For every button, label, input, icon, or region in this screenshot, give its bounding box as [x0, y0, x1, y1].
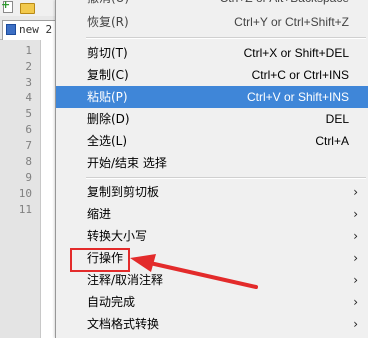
submenu-arrow-icon: ›	[353, 185, 358, 199]
submenu-arrow-icon: ›	[353, 229, 358, 243]
submenu-arrow-icon: ›	[353, 207, 358, 221]
annotation-highlight-box	[70, 248, 130, 272]
line-number: 1	[25, 44, 32, 57]
line-number: 9	[25, 171, 32, 184]
menu-item-eol-conversion[interactable]: 文档格式转换 ›	[56, 313, 368, 335]
submenu-arrow-icon: ›	[353, 295, 358, 309]
line-number: 7	[25, 139, 32, 152]
menu-item-auto-completion[interactable]: 自动完成 ›	[56, 291, 368, 313]
line-number: 3	[25, 76, 32, 89]
menu-separator	[86, 37, 366, 39]
menu-item-begin-end-select[interactable]: 开始/结束 选择	[56, 152, 368, 174]
menu-separator	[86, 177, 366, 179]
line-number: 4	[25, 91, 32, 104]
line-number-gutter: 1 2 3 4 5 6 7 8 9 10 11	[0, 40, 41, 338]
tab-title: new 2	[19, 23, 53, 36]
line-number: 6	[25, 123, 32, 136]
menu-item-delete[interactable]: 删除(D) DEL	[56, 108, 368, 130]
line-number: 2	[25, 60, 32, 73]
submenu-arrow-icon: ›	[353, 251, 358, 265]
new-file-icon[interactable]: +	[1, 0, 15, 13]
submenu-arrow-icon: ›	[353, 273, 358, 287]
submenu-arrow-icon: ›	[353, 317, 358, 331]
menu-item-indent[interactable]: 缩进 ›	[56, 203, 368, 225]
menu-item-copy-to-clipboard[interactable]: 复制到剪切板 ›	[56, 181, 368, 203]
line-number: 11	[18, 203, 32, 216]
menu-item-convert-case[interactable]: 转换大小写 ›	[56, 225, 368, 247]
menu-item-select-all[interactable]: 全选(L) Ctrl+A	[56, 130, 368, 152]
line-number: 10	[18, 187, 32, 200]
menu-item-paste[interactable]: 粘贴(P) Ctrl+V or Shift+INS	[56, 86, 368, 108]
line-number: 8	[25, 155, 32, 168]
context-menu: 撤消(U) Ctrl+Z or Alt+Backspace 恢复(R) Ctrl…	[55, 0, 368, 338]
open-folder-icon[interactable]	[20, 1, 35, 14]
line-number: 5	[25, 107, 32, 120]
menu-item-comment-uncomment[interactable]: 注释/取消注释 ›	[56, 269, 368, 291]
menu-item-cut[interactable]: 剪切(T) Ctrl+X or Shift+DEL	[56, 42, 368, 64]
file-icon	[6, 24, 16, 35]
menu-item-undo[interactable]: 撤消(U) Ctrl+Z or Alt+Backspace	[56, 0, 368, 9]
menu-item-redo[interactable]: 恢复(R) Ctrl+Y or Ctrl+Shift+Z	[56, 11, 368, 33]
menu-item-copy[interactable]: 复制(C) Ctrl+C or Ctrl+INS	[56, 64, 368, 86]
